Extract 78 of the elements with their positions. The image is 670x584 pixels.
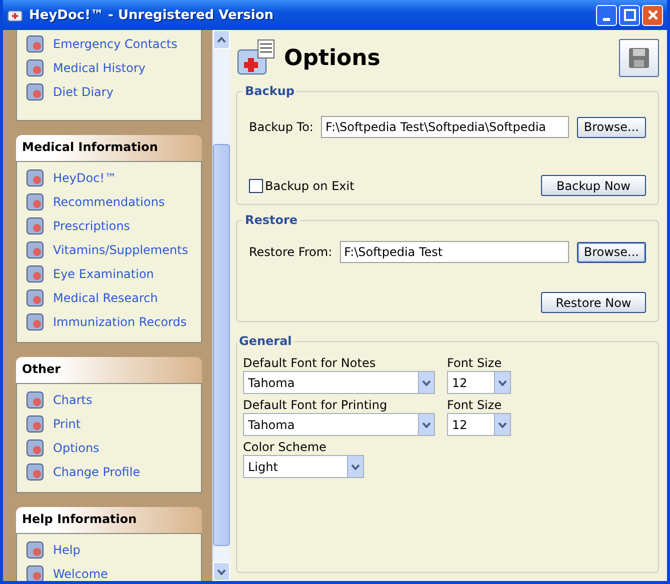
field-label: Restore From: [249,245,332,259]
field-label: Default Font for Notes [243,356,377,370]
caret-down-icon [422,422,431,428]
sidebar-link[interactable]: Eye Examination [53,267,154,281]
item-icon [25,462,45,482]
sidebar-link[interactable]: Charts [53,393,92,407]
sidebar-link[interactable]: HeyDoc!™ [53,171,116,185]
item-icon [25,216,45,236]
item-icon [25,58,45,78]
item-icon [25,288,45,308]
scroll-up-button[interactable] [213,30,230,49]
item-icon [25,34,45,54]
caret-down-icon [217,568,226,574]
field-label: Font Size [447,356,503,370]
sidebar-link[interactable]: Emergency Contacts [53,37,178,51]
checkbox[interactable] [249,178,263,192]
item-icon [25,264,45,284]
item-icon [25,414,45,434]
minimize-icon [603,18,610,20]
maximize-icon [624,9,636,21]
sidebar-link[interactable]: Options [53,441,100,455]
field-label: Default Font for Printing [243,398,388,412]
font-size-dropdown[interactable]: 12 [447,371,511,394]
item-icon [25,192,45,212]
section-legend: Restore [243,213,300,227]
group-header: Medical Information [16,135,202,161]
close-button[interactable] [642,4,663,26]
font-size-dropdown[interactable]: 12 [447,413,511,436]
section-legend: Backup [243,84,296,98]
group-header: Other [16,357,202,383]
item-icon [25,82,45,102]
field-label: Font Size [447,398,503,412]
save-button[interactable] [619,39,659,77]
sidebar-link[interactable]: Recommendations [53,195,165,209]
caret-down-icon [498,422,507,428]
item-icon [25,564,45,581]
group-header: Help Information [16,507,202,533]
scroll-thumb[interactable] [213,144,230,546]
item-icon [25,240,45,260]
item-icon [25,438,45,458]
font-dropdown[interactable]: Tahoma [243,371,435,394]
sidebar-link[interactable]: Prescriptions [53,219,130,233]
color-scheme-dropdown[interactable]: Light [243,455,364,478]
sidebar-link[interactable]: Diet Diary [53,85,114,99]
scrollbar[interactable] [212,30,230,581]
sidebar-link[interactable]: Change Profile [53,465,140,479]
close-icon [646,9,658,21]
browse-button[interactable]: Browse... [576,242,646,262]
sidebar-link[interactable]: Medical History [53,61,146,75]
item-icon [25,168,45,188]
checkbox-label: Backup on Exit [265,178,354,192]
path-field[interactable]: F:\Softpedia Test [340,241,569,263]
page-title: Options [284,46,382,70]
caret-up-icon [217,36,226,42]
sidebar-link[interactable]: Welcome [53,567,108,581]
caret-down-icon [351,464,360,470]
window-title: HeyDoc!™ - Unregistered Version [29,8,275,22]
sidebar-link[interactable]: Immunization Records [53,315,187,329]
field-label: Backup To: [249,120,314,134]
field-label: Color Scheme [243,440,328,454]
minimize-button[interactable] [596,4,617,26]
sidebar-link[interactable]: Medical Research [53,291,158,305]
sidebar-link[interactable]: Print [53,417,81,431]
scroll-down-button[interactable] [213,562,230,581]
maximize-button[interactable] [619,4,640,26]
item-icon [25,390,45,410]
backup-now-button[interactable]: Backup Now [541,175,646,196]
caret-down-icon [498,380,507,386]
font-dropdown[interactable]: Tahoma [243,413,435,436]
sidebar-link[interactable]: Vitamins/Supplements [53,243,188,257]
restore-now-button[interactable]: Restore Now [541,292,646,313]
caret-down-icon [422,380,431,386]
item-icon [25,312,45,332]
section-legend: General [237,334,294,348]
sidebar-link[interactable]: Help [53,543,80,557]
item-icon [25,540,45,560]
browse-button[interactable]: Browse... [576,116,646,138]
path-field[interactable]: F:\Softpedia Test\Softpedia\Softpedia [321,116,569,138]
